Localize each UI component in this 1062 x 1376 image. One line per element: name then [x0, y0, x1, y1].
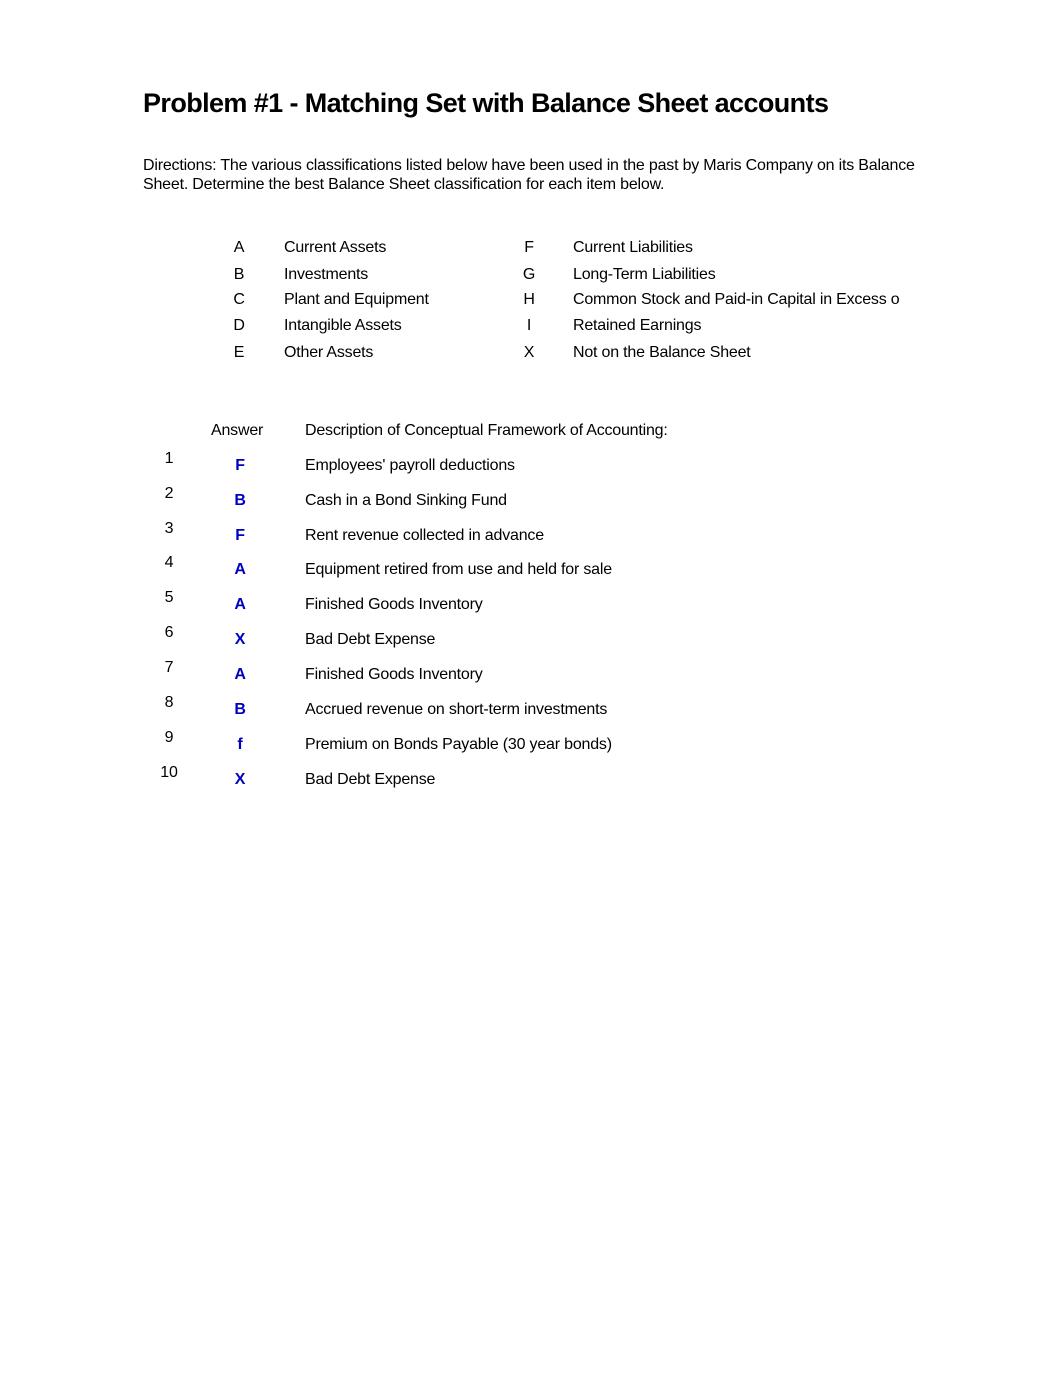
description-cell: Bad Debt Expense: [305, 631, 436, 648]
classification-label: Common Stock and Paid-in Capital in Exce…: [573, 291, 900, 308]
classification-code: A: [233, 239, 245, 256]
answer-cell[interactable]: A: [228, 561, 252, 579]
row-number: 2: [164, 485, 174, 502]
classification-code: C: [233, 291, 245, 308]
description-cell: Employees' payroll deductions: [305, 457, 515, 474]
answer-cell[interactable]: B: [228, 492, 252, 510]
description-cell: Equipment retired from use and held for …: [305, 561, 612, 578]
classification-label: Retained Earnings: [573, 317, 702, 334]
classification-code: E: [233, 344, 245, 361]
answer-cell[interactable]: f: [228, 736, 252, 754]
answer-cell[interactable]: X: [228, 771, 252, 789]
classification-label: Not on the Balance Sheet: [573, 344, 751, 361]
classification-label: Current Liabilities: [573, 239, 693, 256]
description-column-header: Description of Conceptual Framework of A…: [305, 422, 668, 439]
row-number: 8: [164, 694, 174, 711]
table-row: 10 X Bad Debt Expense: [0, 764, 1062, 806]
classification-code: G: [522, 266, 536, 283]
classification-code: B: [233, 266, 245, 283]
classification-code: F: [524, 239, 534, 256]
description-cell: Accrued revenue on short-term investment…: [305, 701, 608, 718]
row-number: 5: [164, 589, 174, 606]
description-cell: Finished Goods Inventory: [305, 666, 483, 683]
classification-label: Intangible Assets: [284, 317, 402, 334]
row-number: 9: [164, 729, 174, 746]
row-number: 10: [160, 764, 178, 781]
answer-cell[interactable]: B: [228, 701, 252, 719]
row-number: 3: [164, 520, 174, 537]
description-cell: Rent revenue collected in advance: [305, 527, 544, 544]
answer-cell[interactable]: X: [228, 631, 252, 649]
classification-label: Other Assets: [284, 344, 374, 361]
description-cell: Finished Goods Inventory: [305, 596, 483, 613]
page-title: Problem #1 - Matching Set with Balance S…: [143, 88, 829, 118]
answer-cell[interactable]: F: [228, 527, 252, 545]
classification-code: X: [523, 344, 535, 361]
description-cell: Premium on Bonds Payable (30 year bonds): [305, 736, 612, 753]
classification-label: Current Assets: [284, 239, 387, 256]
classification-code: H: [523, 291, 535, 308]
row-number: 6: [164, 624, 174, 641]
row-number: 4: [164, 554, 174, 571]
description-cell: Cash in a Bond Sinking Fund: [305, 492, 507, 509]
classification-label: Plant and Equipment: [284, 291, 429, 308]
answer-cell[interactable]: F: [228, 457, 252, 475]
answer-cell[interactable]: A: [228, 666, 252, 684]
row-number: 1: [164, 450, 174, 467]
classification-label: Investments: [284, 266, 369, 283]
directions-text: Directions: The various classifications …: [143, 157, 915, 193]
description-cell: Bad Debt Expense: [305, 771, 436, 788]
classification-code: D: [233, 317, 245, 334]
answer-cell[interactable]: A: [228, 596, 252, 614]
row-number: 7: [164, 659, 174, 676]
answer-column-header: Answer: [211, 422, 264, 439]
classification-label: Long-Term Liabilities: [573, 266, 716, 283]
classification-code: I: [526, 317, 532, 334]
